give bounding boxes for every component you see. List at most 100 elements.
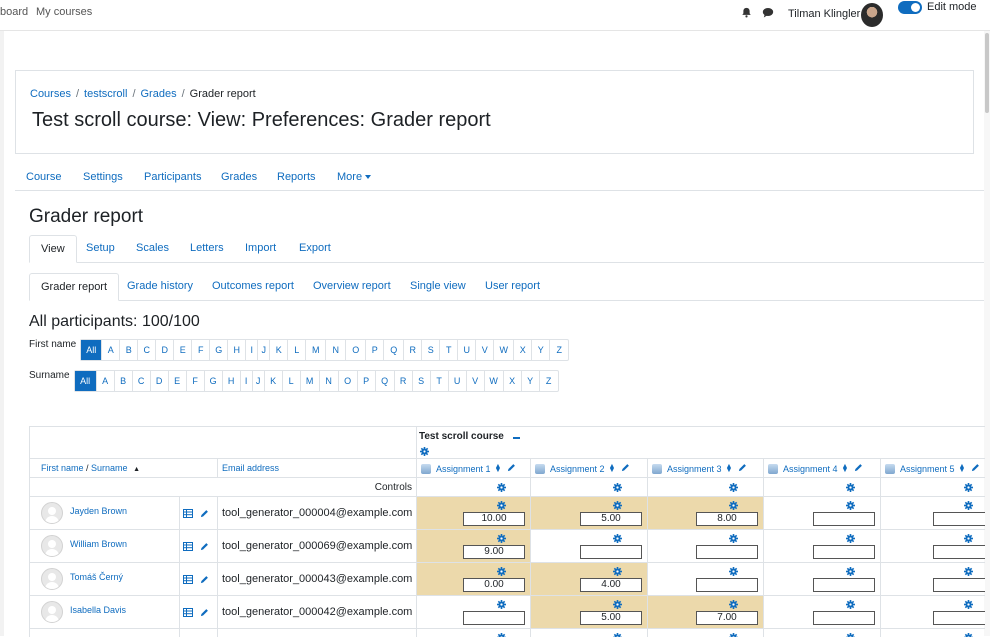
gear-icon[interactable]: [612, 501, 622, 510]
surname-initial-p[interactable]: P: [358, 371, 376, 391]
course-nav-reports[interactable]: Reports: [277, 171, 316, 183]
gear-icon[interactable]: [729, 483, 738, 492]
surname-initial-m[interactable]: M: [301, 371, 320, 391]
firstname-initial-m[interactable]: M: [306, 340, 327, 360]
firstname-initial-z[interactable]: Z: [550, 340, 568, 360]
user-avatar[interactable]: [41, 502, 63, 524]
collapse-minus-icon[interactable]: [513, 437, 520, 439]
gear-icon[interactable]: [612, 633, 622, 637]
sort-toggle-icon[interactable]: ▲ ▼: [959, 463, 966, 474]
sort-surname-link[interactable]: Surname: [91, 463, 128, 473]
gear-icon[interactable]: [729, 600, 738, 609]
gear-icon[interactable]: [497, 534, 506, 543]
surname-initial-f[interactable]: F: [187, 371, 205, 391]
grade-input[interactable]: 9.00: [463, 545, 525, 559]
firstname-initial-n[interactable]: N: [326, 340, 347, 360]
firstname-initial-d[interactable]: D: [156, 340, 175, 360]
grade-input[interactable]: 7.00: [696, 611, 758, 625]
surname-initial-d[interactable]: D: [151, 371, 169, 391]
grade-input[interactable]: [813, 578, 875, 592]
gear-icon[interactable]: [964, 567, 973, 576]
surname-initial-r[interactable]: R: [395, 371, 413, 391]
firstname-initial-u[interactable]: U: [458, 340, 477, 360]
firstname-initial-b[interactable]: B: [120, 340, 139, 360]
gear-icon[interactable]: [964, 483, 973, 492]
surname-initial-k[interactable]: K: [265, 371, 283, 391]
gear-icon[interactable]: [845, 483, 855, 492]
user-menu-name[interactable]: Tilman Klingler: [788, 8, 860, 20]
gear-icon[interactable]: [729, 567, 738, 576]
assignment-link-3[interactable]: Assignment 3: [667, 464, 722, 474]
single-view-grid-icon[interactable]: [183, 542, 193, 554]
tab-letters[interactable]: Letters: [179, 235, 235, 262]
surname-initial-all[interactable]: All: [74, 371, 97, 391]
firstname-initial-k[interactable]: K: [270, 340, 289, 360]
firstname-initial-g[interactable]: G: [210, 340, 229, 360]
gear-icon[interactable]: [612, 600, 622, 609]
edit-pencil-icon[interactable]: [507, 463, 516, 474]
surname-initial-w[interactable]: W: [485, 371, 504, 391]
gear-icon[interactable]: [729, 534, 738, 543]
gear-icon[interactable]: [612, 534, 622, 543]
breadcrumb-grades[interactable]: Grades: [141, 88, 177, 100]
grade-input[interactable]: 4.00: [580, 578, 642, 592]
grade-input[interactable]: [696, 578, 758, 592]
tab-export[interactable]: Export: [288, 235, 342, 262]
edit-pencil-icon[interactable]: [200, 575, 209, 587]
surname-initial-h[interactable]: H: [223, 371, 241, 391]
single-view-grid-icon[interactable]: [183, 608, 193, 620]
user-avatar[interactable]: [41, 601, 63, 623]
grade-input[interactable]: [580, 545, 642, 559]
messages-chat-icon[interactable]: [762, 7, 774, 21]
tab-single-view[interactable]: Single view: [399, 273, 477, 300]
firstname-initial-all[interactable]: All: [81, 340, 103, 360]
grade-input[interactable]: [813, 545, 875, 559]
firstname-initial-r[interactable]: R: [404, 340, 423, 360]
single-view-grid-icon[interactable]: [183, 509, 193, 521]
tab-outcomes-report[interactable]: Outcomes report: [201, 273, 305, 300]
notifications-bell-icon[interactable]: [741, 7, 752, 21]
firstname-initial-h[interactable]: H: [228, 340, 247, 360]
gear-icon[interactable]: [845, 534, 855, 543]
sort-email-link[interactable]: Email address: [222, 463, 279, 473]
edit-pencil-icon[interactable]: [854, 463, 863, 474]
surname-initial-y[interactable]: Y: [522, 371, 540, 391]
grade-input[interactable]: 0.00: [463, 578, 525, 592]
firstname-initial-f[interactable]: F: [192, 340, 211, 360]
gear-icon[interactable]: [845, 633, 855, 637]
surname-initial-v[interactable]: V: [467, 371, 485, 391]
surname-initial-a[interactable]: A: [97, 371, 115, 391]
firstname-initial-j[interactable]: J: [258, 340, 271, 360]
gear-icon[interactable]: [612, 483, 622, 492]
single-view-grid-icon[interactable]: [183, 575, 193, 587]
edit-pencil-icon[interactable]: [738, 463, 747, 474]
course-nav-participants[interactable]: Participants: [144, 171, 201, 183]
surname-initial-x[interactable]: X: [504, 371, 522, 391]
course-nav-course[interactable]: Course: [26, 171, 61, 183]
course-nav-settings[interactable]: Settings: [83, 171, 123, 183]
tab-view[interactable]: View: [29, 235, 77, 263]
sort-toggle-icon[interactable]: ▲ ▼: [609, 463, 616, 474]
gear-icon[interactable]: [729, 633, 738, 637]
surname-initial-b[interactable]: B: [115, 371, 133, 391]
grade-input[interactable]: [933, 611, 985, 625]
course-nav-grades[interactable]: Grades: [221, 171, 257, 183]
nav-dashboard-link[interactable]: board: [0, 6, 28, 18]
firstname-initial-i[interactable]: I: [246, 340, 259, 360]
surname-initial-u[interactable]: U: [449, 371, 467, 391]
firstname-initial-o[interactable]: O: [346, 340, 367, 360]
user-name-link[interactable]: William Brown: [70, 539, 127, 549]
edit-pencil-icon[interactable]: [621, 463, 630, 474]
surname-initial-i[interactable]: I: [241, 371, 253, 391]
tab-grade-history[interactable]: Grade history: [116, 273, 204, 300]
tab-grader-report[interactable]: Grader report: [29, 273, 120, 301]
firstname-initial-y[interactable]: Y: [532, 340, 551, 360]
surname-initial-l[interactable]: L: [283, 371, 301, 391]
assignment-link-2[interactable]: Assignment 2: [550, 464, 605, 474]
gear-icon[interactable]: [497, 600, 506, 609]
user-avatar[interactable]: [41, 568, 63, 590]
tab-import[interactable]: Import: [234, 235, 287, 262]
edit-pencil-icon[interactable]: [200, 608, 209, 620]
grade-input[interactable]: [933, 578, 985, 592]
sort-firstname-link[interactable]: First name: [41, 463, 84, 473]
